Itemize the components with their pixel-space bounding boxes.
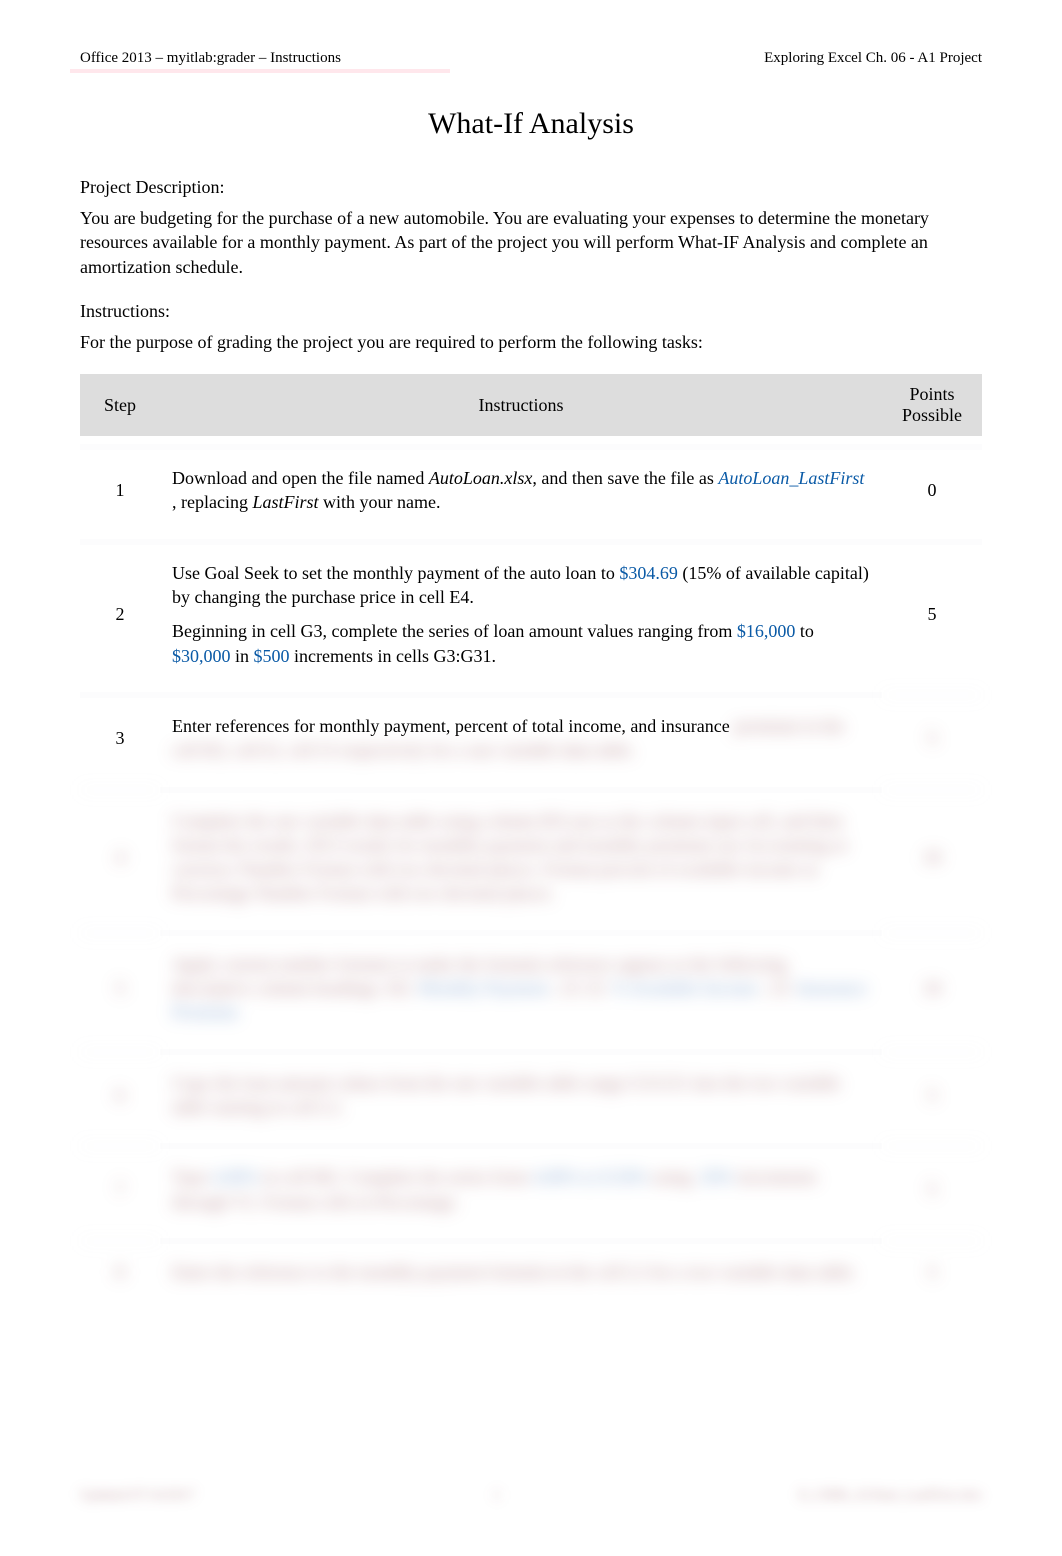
points-value: 5	[882, 692, 982, 779]
text-segment: $30,000	[172, 646, 235, 666]
points-value: 0	[882, 444, 982, 531]
text-segment: 4.00% to 8.50%	[532, 1167, 653, 1187]
text-segment: ; J2: I2:	[552, 978, 612, 998]
project-description-text: You are budgeting for the purchase of a …	[80, 206, 982, 279]
step-number: 1	[80, 444, 160, 531]
text-segment: in cell M2. Complete the series from	[263, 1167, 532, 1187]
instruction-cell: Complete the one variable data table usi…	[160, 787, 882, 922]
step-number: 3	[80, 692, 160, 779]
step-number: 8	[80, 1238, 160, 1300]
table-row: 6 Copy the loan amount values from the on…	[80, 1049, 982, 1136]
page-header: Office 2013 – myitlab:grader – Instructi…	[80, 50, 982, 67]
page-footer: Updated 07/14/2017 1 E_CH06_A1Start_Last…	[80, 1488, 982, 1504]
text-segment: Beginning in cell G3, complete the serie…	[172, 621, 737, 641]
text-segment: Enter references for monthly payment, pe…	[172, 716, 734, 736]
instruction-cell: Copy the loan amount values from the one…	[160, 1049, 882, 1136]
text-segment: using	[653, 1167, 697, 1187]
page-title: What-If Analysis	[80, 107, 982, 141]
instruction-cell: Type 4.00% in cell M2. Complete the seri…	[160, 1143, 882, 1230]
text-segment: Monthly Payment	[418, 978, 552, 998]
points-value: 10	[882, 930, 982, 1041]
text-segment: AutoLoan.xlsx	[429, 468, 533, 488]
step-number: 7	[80, 1143, 160, 1230]
text-segment: % Available Income	[612, 978, 762, 998]
step-number: 2	[80, 539, 160, 684]
text-segment: ; J2:	[762, 978, 797, 998]
text-segment: with your name.	[319, 492, 441, 512]
header-left: Office 2013 – myitlab:grader – Instructi…	[80, 50, 341, 67]
text-segment: in	[235, 646, 254, 666]
text-segment: Type	[172, 1167, 212, 1187]
table-row: 1Download and open the file named AutoLo…	[80, 444, 982, 531]
instructions-label: Instructions:	[80, 301, 982, 322]
text-segment: .50%	[696, 1167, 738, 1187]
footer-right: E_CH06_A1Start_LastFirst.xlsx	[799, 1488, 982, 1504]
points-value: 5	[882, 1143, 982, 1230]
col-instructions: Instructions	[160, 374, 882, 436]
text-segment: Complete the one variable data table usi…	[172, 811, 848, 904]
instruction-cell: Enter the reference to the monthly payme…	[160, 1238, 882, 1300]
header-right: Exploring Excel Ch. 06 - A1 Project	[764, 50, 982, 67]
footer-center: 1	[493, 1488, 500, 1504]
step-number: 4	[80, 787, 160, 922]
col-step: Step	[80, 374, 160, 436]
text-segment: LastFirst	[252, 492, 318, 512]
text-segment: increments in cells G3:G31.	[294, 646, 496, 666]
table-row: 7Type 4.00% in cell M2. Complete the ser…	[80, 1143, 982, 1230]
text-segment: Use Goal Seek to set the monthly payment…	[172, 563, 619, 583]
table-row: 4Complete the one variable data table us…	[80, 787, 982, 922]
col-points: Points Possible	[882, 374, 982, 436]
step-number: 6	[80, 1049, 160, 1136]
points-value: 10	[882, 787, 982, 922]
text-segment: 4.00%	[212, 1167, 263, 1187]
text-segment: AutoLoan_LastFirst	[718, 468, 864, 488]
text-segment: $16,000	[737, 621, 800, 641]
text-segment: , replacing	[172, 492, 252, 512]
table-row: 3 Enter references for monthly payment, p…	[80, 692, 982, 779]
text-segment: $304.69	[619, 563, 682, 583]
tasks-table: Step Instructions Points Possible 1Downl…	[80, 366, 982, 1308]
instruction-cell: Apply custom number formats to make the …	[160, 930, 882, 1041]
points-value: 5	[882, 1238, 982, 1300]
points-value: 5	[882, 1049, 982, 1136]
text-segment: , and then save the file as	[532, 468, 718, 488]
footer-left: Updated 07/14/2017	[80, 1488, 195, 1504]
instruction-cell: Download and open the file named AutoLoa…	[160, 444, 882, 531]
text-segment: $500	[254, 646, 295, 666]
table-row: 5Apply custom number formats to make the…	[80, 930, 982, 1041]
grading-note: For the purpose of grading the project y…	[80, 330, 982, 354]
text-segment: Download and open the file named	[172, 468, 429, 488]
instruction-cell: Use Goal Seek to set the monthly payment…	[160, 539, 882, 684]
text-segment: to	[800, 621, 814, 641]
step-number: 5	[80, 930, 160, 1041]
table-header-row: Step Instructions Points Possible	[80, 374, 982, 436]
project-description-label: Project Description:	[80, 177, 982, 198]
instruction-cell: Enter references for monthly payment, pe…	[160, 692, 882, 779]
table-row: 8 Enter the reference to the monthly paym…	[80, 1238, 982, 1300]
text-segment: Enter the reference to the monthly payme…	[172, 1262, 857, 1282]
table-row: 2 Use Goal Seek to set the monthly paymen…	[80, 539, 982, 684]
text-segment: Copy the loan amount values from the one…	[172, 1073, 840, 1117]
points-value: 5	[882, 539, 982, 684]
